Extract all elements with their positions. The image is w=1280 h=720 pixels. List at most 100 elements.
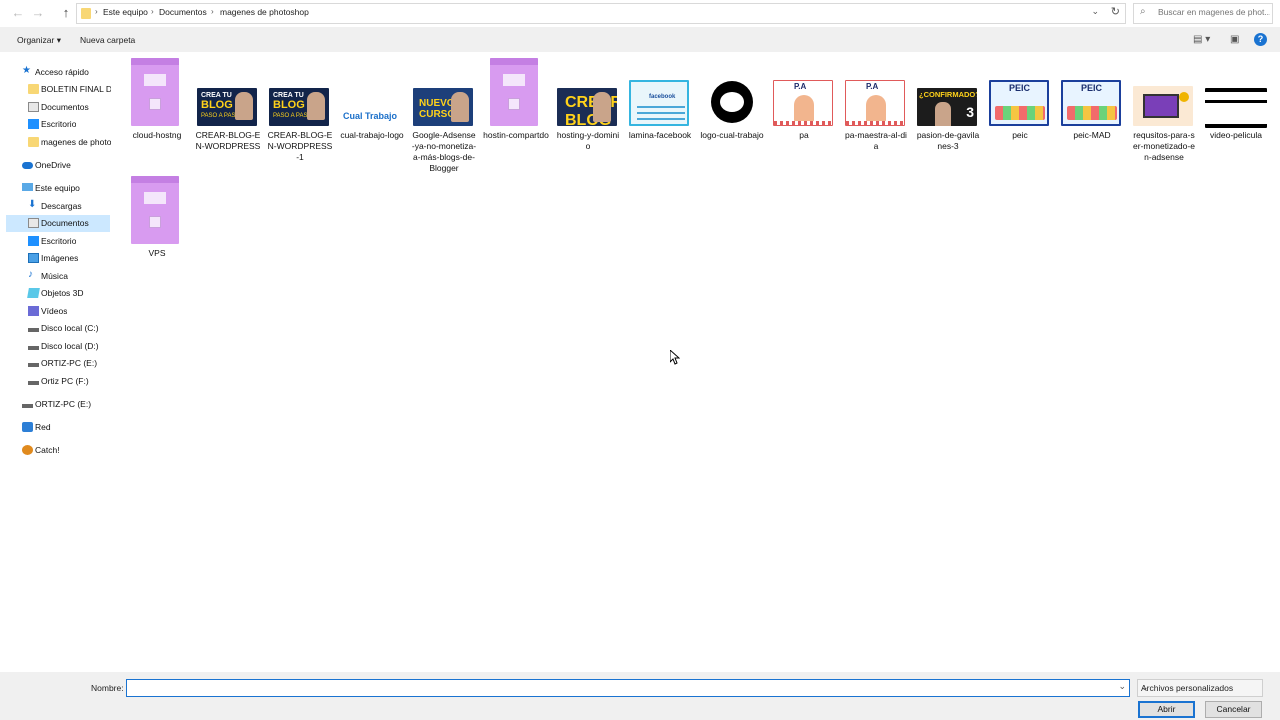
image-thumbnail	[1205, 88, 1267, 128]
file-name-field[interactable]: ⌄	[126, 679, 1130, 697]
preview-pane-icon[interactable]: ▣	[1230, 34, 1239, 45]
image-thumbnail	[1133, 86, 1193, 126]
sidebar-item-este-equipo[interactable]: Este equipo	[6, 180, 110, 197]
image-thumbnail: PEIC	[1061, 80, 1121, 126]
file-item[interactable]: CREAR BLOG hosting-y-dominio	[555, 58, 621, 178]
file-name: CREAR-BLOG-EN-WORDPRESS-1	[267, 130, 333, 162]
chevron-down-icon: ⌄	[1141, 682, 1149, 692]
chevron-down-icon[interactable]: ⌄	[1118, 681, 1126, 692]
file-item[interactable]: P.A pa-maestra-al-dia	[843, 58, 909, 178]
sidebar-item-documentos-quick[interactable]: Documentos	[6, 99, 110, 116]
chevron-right-icon: ›	[151, 7, 154, 16]
file-item[interactable]: hostin-compartdo	[483, 58, 549, 178]
file-type-select[interactable]: Archivos personalizados ⌄	[1137, 679, 1263, 697]
file-item[interactable]: cloud-hostng	[124, 58, 190, 178]
sidebar-item-ortiz-e[interactable]: ORTIZ-PC (E:)	[6, 355, 110, 372]
file-name: requsitos-para-ser-monetizado-en-adsense	[1133, 130, 1195, 162]
image-thumbnail: CREA TU BLOG PASO A PASO	[269, 88, 329, 126]
file-item[interactable]: PEIC peic	[987, 58, 1053, 178]
file-item[interactable]: P.A pa	[771, 58, 837, 178]
thumb-text: facebook	[649, 94, 676, 100]
image-thumbnail: PEIC	[989, 80, 1049, 126]
file-name: pasion-de-gavilanes-3	[916, 130, 980, 151]
sidebar-item-label: Vídeos	[41, 306, 68, 316]
breadcrumb-documentos[interactable]: Documentos	[159, 7, 207, 17]
new-folder-button[interactable]: Nueva carpeta	[80, 35, 135, 45]
thumb-text: PEIC	[1009, 83, 1031, 93]
file-item[interactable]: CREA TU BLOG PASO A PASO CREAR-BLOG-EN-W…	[267, 58, 333, 178]
3d-objects-icon	[27, 288, 40, 298]
search-icon: ⌕	[1140, 6, 1146, 17]
sidebar-item-objetos-3d[interactable]: Objetos 3D	[6, 285, 110, 302]
file-name: pa	[799, 130, 809, 140]
chevron-down-icon[interactable]: ⌄	[1091, 6, 1099, 17]
sidebar-item-escritorio-quick[interactable]: Escritorio	[6, 116, 110, 133]
file-name-input[interactable]	[130, 682, 1110, 692]
folder-icon	[81, 8, 91, 19]
file-open-dialog: ← → ↑ › Este equipo › Documentos › magen…	[0, 0, 1280, 720]
sidebar-item-catch[interactable]: Catch!	[6, 442, 110, 459]
sidebar-item-documentos[interactable]: Documentos	[6, 215, 110, 232]
image-thumbnail: NUEVO CURSO	[413, 88, 473, 126]
sidebar-item-videos[interactable]: Vídeos	[6, 303, 110, 320]
search-input[interactable]	[1158, 7, 1270, 17]
sidebar-item-label: Este equipo	[35, 183, 80, 193]
catch-app-icon	[22, 445, 33, 455]
file-name: video-pelicula	[1210, 130, 1262, 140]
sidebar-item-magenes[interactable]: magenes de photos	[6, 134, 111, 151]
file-item[interactable]: PEIC peic-MAD	[1059, 58, 1125, 178]
help-icon[interactable]: ?	[1254, 33, 1267, 46]
refresh-icon[interactable]: ↻	[1111, 5, 1120, 18]
view-options-icon[interactable]: ▤ ▾	[1193, 34, 1210, 45]
sidebar-item-disco-d[interactable]: Disco local (D:)	[6, 338, 110, 355]
sidebar-item-musica[interactable]: ♪ Música	[6, 268, 110, 285]
file-item[interactable]: Cual Trabajo cual-trabajo-logo	[339, 58, 405, 178]
back-arrow-icon[interactable]: ←	[10, 5, 26, 21]
sidebar-item-ortiz-e-root[interactable]: ORTIZ-PC (E:)	[6, 396, 110, 413]
open-button[interactable]: Abrir	[1138, 701, 1195, 718]
forward-arrow-icon[interactable]: →	[30, 5, 46, 21]
sidebar-item-red[interactable]: Red	[6, 419, 110, 436]
sidebar-item-quick-access[interactable]: ★ Acceso rápido	[6, 64, 110, 81]
sidebar-item-imagenes[interactable]: Imágenes	[6, 250, 110, 267]
sidebar-item-disco-c[interactable]: Disco local (C:)	[6, 320, 110, 337]
file-item[interactable]: facebook lamina-facebook	[627, 58, 693, 178]
cancel-button[interactable]: Cancelar	[1205, 701, 1262, 718]
sidebar-item-escritorio[interactable]: Escritorio	[6, 233, 110, 250]
sidebar-item-label: BOLETIN FINAL DES	[41, 84, 111, 94]
file-name-label: Nombre:	[91, 683, 124, 693]
image-thumbnail: facebook	[629, 80, 689, 126]
sidebar-item-descargas[interactable]: ⬇ Descargas	[6, 198, 110, 215]
image-thumbnail	[710, 80, 754, 126]
thumb-text: P.A	[794, 82, 807, 91]
thumb-text: ¿CONFIRMADO?	[919, 90, 977, 99]
file-item[interactable]: CREA TU BLOG PASO A PASO CREAR-BLOG-EN-W…	[195, 58, 261, 178]
thumb-text: CREA TU	[273, 92, 304, 99]
image-placeholder-icon	[131, 58, 179, 126]
organize-button[interactable]: Organizar ▾	[17, 35, 61, 46]
drive-icon	[28, 363, 39, 367]
file-item[interactable]: VPS	[124, 176, 190, 296]
file-name: hosting-y-dominio	[556, 130, 620, 151]
toolbar: Organizar ▾ Nueva carpeta ▤ ▾ ▣ ?	[0, 28, 1280, 52]
image-thumbnail: Cual Trabajo	[341, 108, 403, 124]
search-box[interactable]: ⌕	[1133, 3, 1273, 24]
file-item[interactable]: ¿CONFIRMADO? 3 pasion-de-gavilanes-3	[915, 58, 981, 178]
sidebar-item-onedrive[interactable]: OneDrive	[6, 157, 110, 174]
file-item[interactable]: NUEVO CURSO Google-Adsense-ya-no-monetiz…	[411, 58, 477, 178]
file-item[interactable]: logo-cual-trabajo	[699, 58, 765, 178]
sidebar-item-ortiz-f[interactable]: Ortiz PC (F:)	[6, 373, 110, 390]
breadcrumb[interactable]: › Este equipo › Documentos › magenes de …	[76, 3, 1126, 24]
breadcrumb-este-equipo[interactable]: Este equipo	[103, 7, 148, 17]
sidebar-item-label: Disco local (D:)	[41, 341, 99, 351]
sidebar-item-boletin[interactable]: BOLETIN FINAL DES	[6, 81, 111, 98]
sidebar-item-label: Catch!	[35, 445, 60, 455]
file-item[interactable]: requsitos-para-ser-monetizado-en-adsense	[1131, 58, 1197, 178]
up-arrow-icon[interactable]: ↑	[58, 5, 74, 21]
drive-icon	[28, 346, 39, 350]
breadcrumb-current-folder[interactable]: magenes de photoshop	[220, 7, 309, 17]
music-icon: ♪	[28, 269, 33, 280]
thumb-text: 3	[966, 104, 974, 120]
drive-icon	[28, 328, 39, 332]
file-item[interactable]: video-pelicula	[1203, 58, 1269, 178]
